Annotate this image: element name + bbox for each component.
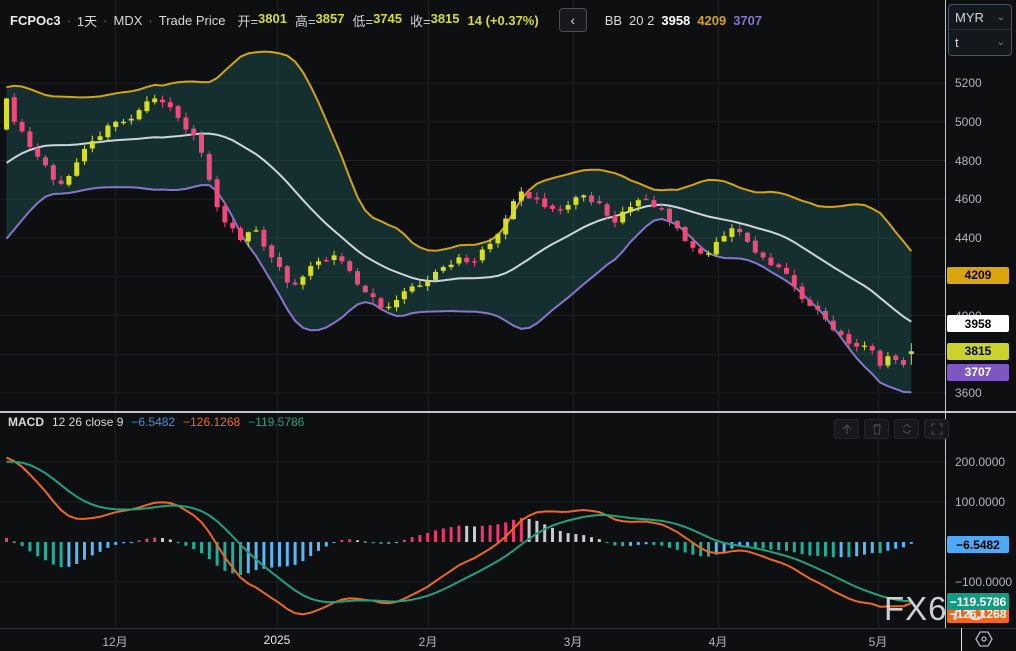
separator-dot: ·: [148, 13, 152, 28]
axis-tick-label: 4400: [955, 231, 982, 245]
unit-value: t: [955, 35, 959, 50]
symbol-name[interactable]: FCPOc3: [10, 13, 61, 28]
pane-controls: [834, 419, 949, 439]
ohlc-value: 3815: [431, 11, 460, 30]
macd-tag: −119.5786: [947, 593, 1009, 610]
axis-tick-label: −100.0000: [955, 575, 1012, 589]
price-axis[interactable]: 520050004800460044004200400038003600200.…: [945, 0, 1016, 651]
ohlc-value: 3745: [373, 11, 402, 30]
price-tag: 3958: [947, 315, 1009, 332]
time-axis[interactable]: 12月 2025 2月 3月 4月 5月: [0, 628, 1016, 651]
scale-settings-button[interactable]: [974, 630, 994, 648]
collapse-legend-button[interactable]: ‹: [559, 8, 587, 32]
macd-line-value: −126.1268: [183, 415, 240, 429]
chart-toolbar: FCPOc3 · 1天 · MDX · Trade Price 开=3801 高=…: [0, 0, 945, 40]
bb-fill: [7, 52, 912, 393]
macd-signal-value: −119.5786: [248, 415, 304, 429]
bb-basis-value: 3958: [661, 13, 690, 28]
collapse-icon: [901, 423, 913, 435]
axis-border: [945, 0, 946, 628]
time-axis-label: 12月: [102, 633, 127, 650]
interval-label[interactable]: 1天: [77, 11, 97, 30]
pane-delete-button[interactable]: [864, 419, 889, 439]
currency-select[interactable]: MYR ⌄: [949, 5, 1011, 29]
series-type-label: Trade Price: [159, 13, 226, 28]
ohlc-label: 开=: [237, 11, 258, 30]
bb-lower-value: 3707: [733, 13, 762, 28]
macd-name: MACD: [8, 415, 44, 429]
maximize-icon: [931, 423, 943, 435]
axis-tick-label: 200.0000: [955, 455, 1005, 469]
time-axis-label: 4月: [709, 633, 728, 650]
axis-tick-label: 4600: [955, 192, 982, 206]
price-chart-pane[interactable]: [0, 0, 945, 412]
pane-maximize-button[interactable]: [924, 419, 949, 439]
currency-unit-selector: MYR ⌄ t ⌄: [948, 4, 1012, 56]
bb-params: 20 2: [629, 13, 654, 28]
separator-dot: ·: [103, 13, 107, 28]
price-tag: 3815: [947, 343, 1009, 360]
bb-name: BB: [605, 13, 622, 28]
ohlc-label: 低=: [352, 11, 373, 30]
axis-tick-label: 4800: [955, 154, 982, 168]
macd-chart-pane[interactable]: [0, 412, 945, 628]
ohlc-label: 高=: [295, 11, 316, 30]
price-tag: 3707: [947, 364, 1009, 381]
target-icon: [974, 630, 994, 648]
time-axis-divider: [961, 628, 962, 651]
axis-tick-label: 5000: [955, 115, 982, 129]
ohlc-values: 开=3801 高=3857 低=3745 收=3815: [237, 11, 459, 30]
pane-move-up-button[interactable]: [834, 419, 859, 439]
chevron-left-icon: ‹: [570, 12, 575, 28]
trading-chart-window: FCPOc3 · 1天 · MDX · Trade Price 开=3801 高=…: [0, 0, 1016, 651]
price-tag: 4209: [947, 267, 1009, 284]
time-axis-label: 3月: [564, 633, 583, 650]
macd-params: 12 26 close 9: [52, 415, 123, 429]
axis-tick-label: 3600: [955, 386, 982, 400]
time-axis-label: 2025: [264, 633, 291, 647]
pane-collapse-button[interactable]: [894, 419, 919, 439]
chevron-down-icon: ⌄: [997, 12, 1005, 23]
macd-indicator-legend[interactable]: MACD 12 26 close 9 −6.5482 −126.1268 −11…: [8, 415, 304, 429]
separator-dot: ·: [67, 13, 71, 28]
trash-icon: [871, 423, 883, 435]
bb-upper-value: 4209: [697, 13, 726, 28]
ohlc-value: 3801: [258, 11, 287, 30]
unit-select[interactable]: t ⌄: [949, 29, 1011, 54]
ohlc-value: 3857: [316, 11, 345, 30]
arrow-up-icon: [840, 423, 854, 435]
exchange-label: MDX: [114, 13, 143, 28]
change-value: 14 (+0.37%): [468, 13, 539, 28]
grid: [0, 412, 945, 628]
macd-histogram: [5, 518, 913, 575]
currency-value: MYR: [955, 10, 984, 25]
time-axis-label: 2月: [419, 633, 438, 650]
macd-tag: −6.5482: [947, 536, 1009, 553]
chevron-down-icon: ⌄: [997, 37, 1005, 48]
axis-tick-label: 100.0000: [955, 495, 1005, 509]
pane-divider[interactable]: [0, 411, 1016, 413]
time-axis-label: 5月: [869, 633, 888, 650]
ohlc-label: 收=: [410, 11, 431, 30]
axis-tick-label: 5200: [955, 76, 982, 90]
bb-indicator-legend[interactable]: BB 20 2 3958 4209 3707: [605, 13, 762, 28]
macd-hist-value: −6.5482: [131, 415, 175, 429]
